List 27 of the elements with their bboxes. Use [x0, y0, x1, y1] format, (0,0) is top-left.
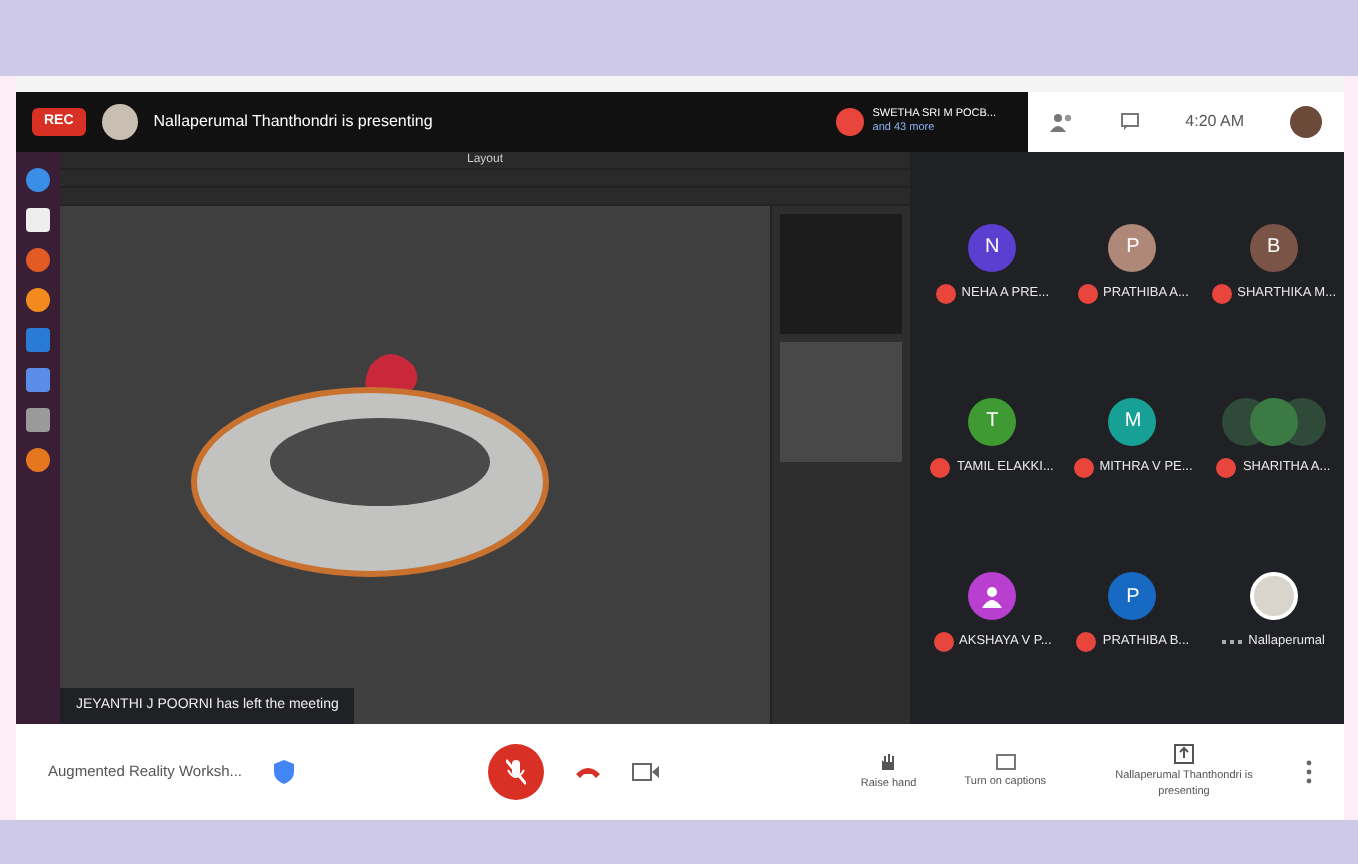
- presenter-banner-text: Nallaperumal Thanthondri is presenting: [153, 110, 433, 134]
- shield-icon[interactable]: [274, 760, 294, 784]
- more-options-icon[interactable]: [1306, 760, 1312, 784]
- app-icon[interactable]: [26, 288, 50, 312]
- avatar-initial: T: [968, 397, 1017, 446]
- hang-up-icon[interactable]: [576, 766, 600, 778]
- microphone-button[interactable]: [488, 744, 544, 800]
- chat-icon[interactable]: [1119, 112, 1140, 132]
- mic-off-icon: [506, 758, 526, 786]
- avatar-initial: M: [1108, 397, 1157, 446]
- presenter-avatar: [101, 104, 138, 140]
- captions-icon: [995, 753, 1016, 770]
- people-icon[interactable]: [1050, 112, 1075, 132]
- avatar-initial: P: [1108, 572, 1157, 621]
- avatar-initial: B: [1249, 223, 1298, 272]
- properties-panel: [780, 342, 902, 462]
- hand-icon: [880, 751, 897, 772]
- avatar-initial: N: [968, 223, 1017, 272]
- camera-icon[interactable]: [632, 762, 660, 782]
- clock-time: 4:20 AM: [1185, 110, 1244, 134]
- app-icon[interactable]: [26, 448, 50, 472]
- avatar-initial: P: [1108, 223, 1157, 272]
- participant-avatar: [836, 108, 865, 136]
- user-avatar[interactable]: [1289, 106, 1322, 138]
- app-icon[interactable]: [26, 248, 50, 272]
- app-icon[interactable]: [26, 168, 50, 192]
- present-screen-icon: [1174, 743, 1194, 764]
